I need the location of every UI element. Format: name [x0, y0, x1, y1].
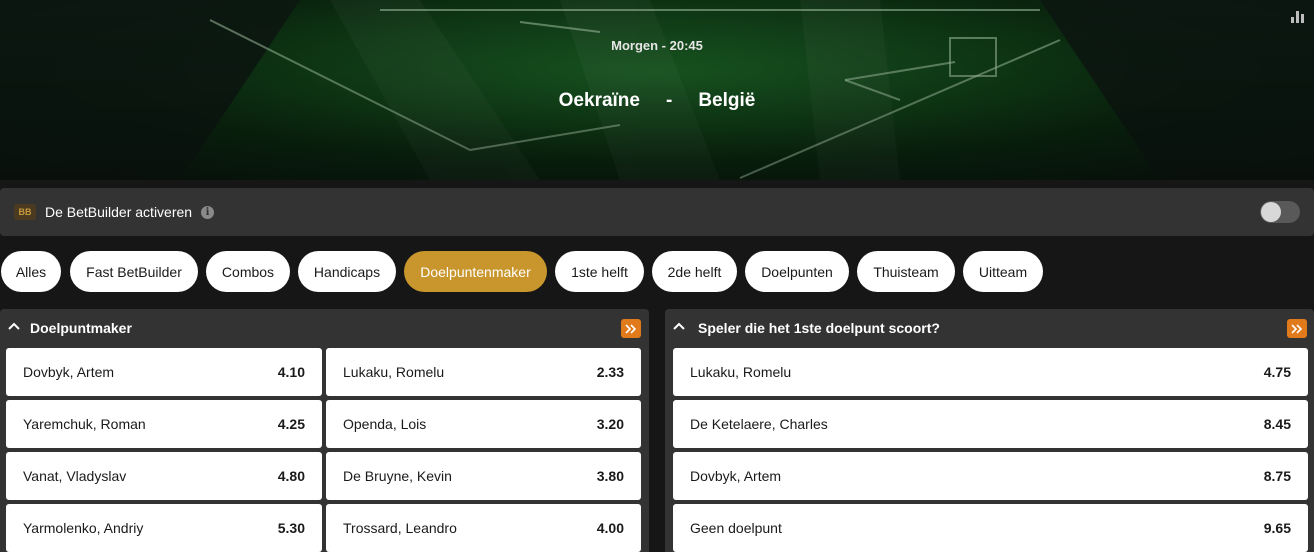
odds-value: 8.75 [1263, 468, 1291, 484]
market-title: Speler die het 1ste doelpunt scoort? [698, 320, 940, 336]
odds-button[interactable]: Yarmolenko, Andriy 5.30 [6, 504, 322, 552]
odds-value: 4.75 [1263, 364, 1291, 380]
odds-value: 4.25 [277, 416, 305, 432]
selection-name: Lukaku, Romelu [690, 364, 792, 380]
tab-uitteam[interactable]: Uitteam [963, 251, 1043, 292]
selection-name: Yaremchuk, Roman [23, 416, 146, 432]
info-icon[interactable]: i [201, 205, 215, 219]
match-hero-banner: Morgen - 20:45 Oekraïne - België [0, 0, 1314, 180]
expand-market-button[interactable] [1287, 319, 1307, 338]
market-header[interactable]: Speler die het 1ste doelpunt scoort? [665, 309, 1314, 345]
expand-market-button[interactable] [621, 319, 641, 338]
odds-value: 4.00 [596, 520, 624, 536]
odds-button[interactable]: De Bruyne, Kevin 3.80 [326, 452, 641, 500]
tab-combos[interactable]: Combos [206, 251, 290, 292]
odds-button[interactable]: Openda, Lois 3.20 [326, 400, 641, 448]
odds-value: 8.45 [1263, 416, 1291, 432]
odds-button[interactable]: Lukaku, Romelu 4.75 [673, 348, 1308, 396]
selection-name: Dovbyk, Artem [690, 468, 782, 484]
betbuilder-toggle[interactable] [1260, 201, 1300, 223]
chevron-up-icon[interactable] [8, 322, 20, 330]
match-teams: Oekraïne - België [0, 90, 1314, 112]
home-team-name: Oekraïne [558, 90, 640, 111]
odds-button[interactable]: Trossard, Leandro 4.00 [326, 504, 641, 552]
tab-thuisteam[interactable]: Thuisteam [857, 251, 955, 292]
odds-value: 4.80 [277, 468, 305, 484]
odds-button[interactable]: Dovbyk, Artem 4.10 [6, 348, 322, 396]
market-panel-doelpuntmaker: Doelpuntmaker Dovbyk, Artem 4.10 Yaremch… [0, 309, 649, 552]
odds-value: 2.33 [596, 364, 624, 380]
tab-alles[interactable]: Alles [1, 251, 61, 292]
market-panel-first-goalscorer: Speler die het 1ste doelpunt scoort? Luk… [665, 309, 1314, 552]
chevron-up-icon[interactable] [673, 322, 685, 330]
tab-handicaps[interactable]: Handicaps [298, 251, 396, 292]
betbuilder-label: De BetBuilder activeren [45, 204, 193, 220]
odds-value: 9.65 [1263, 520, 1291, 536]
tab-doelpunten[interactable]: Doelpunten [745, 251, 849, 292]
odds-button[interactable]: De Ketelaere, Charles 8.45 [673, 400, 1308, 448]
betbuilder-bar: BB De BetBuilder activeren i [0, 188, 1314, 236]
selection-name: Yarmolenko, Andriy [23, 520, 144, 536]
stats-bar-chart-icon[interactable] [1291, 9, 1304, 23]
odds-button[interactable]: Lukaku, Romelu 2.33 [326, 348, 641, 396]
odds-button[interactable]: Yaremchuk, Roman 4.25 [6, 400, 322, 448]
market-header[interactable]: Doelpuntmaker [0, 309, 649, 345]
teams-separator: - [665, 90, 673, 111]
selection-name: Lukaku, Romelu [343, 364, 445, 380]
away-team-name: België [698, 90, 756, 111]
tab-doelpuntenmaker[interactable]: Doelpuntenmaker [404, 251, 547, 292]
double-chevron-right-icon [625, 323, 637, 334]
match-start-time: Morgen - 20:45 [611, 38, 703, 53]
tab-2de-helft[interactable]: 2de helft [652, 251, 737, 292]
selection-name: De Bruyne, Kevin [343, 468, 452, 484]
market-title: Doelpuntmaker [30, 320, 132, 336]
odds-value: 4.10 [277, 364, 305, 380]
selection-name: De Ketelaere, Charles [690, 416, 828, 432]
toggle-knob [1261, 202, 1281, 222]
selection-name: Geen doelpunt [690, 520, 782, 536]
odds-button[interactable]: Geen doelpunt 9.65 [673, 504, 1308, 552]
odds-button[interactable]: Vanat, Vladyslav 4.80 [6, 452, 322, 500]
selection-name: Trossard, Leandro [343, 520, 457, 536]
odds-value: 5.30 [277, 520, 305, 536]
tab-1ste-helft[interactable]: 1ste helft [555, 251, 644, 292]
selection-name: Openda, Lois [343, 416, 427, 432]
selection-name: Vanat, Vladyslav [23, 468, 127, 484]
odds-value: 3.80 [596, 468, 624, 484]
selection-name: Dovbyk, Artem [23, 364, 115, 380]
odds-button[interactable]: Dovbyk, Artem 8.75 [673, 452, 1308, 500]
odds-value: 3.20 [596, 416, 624, 432]
double-chevron-right-icon [1291, 323, 1303, 334]
betbuilder-badge-icon: BB [14, 204, 36, 220]
tab-fast-betbuilder[interactable]: Fast BetBuilder [70, 251, 198, 292]
